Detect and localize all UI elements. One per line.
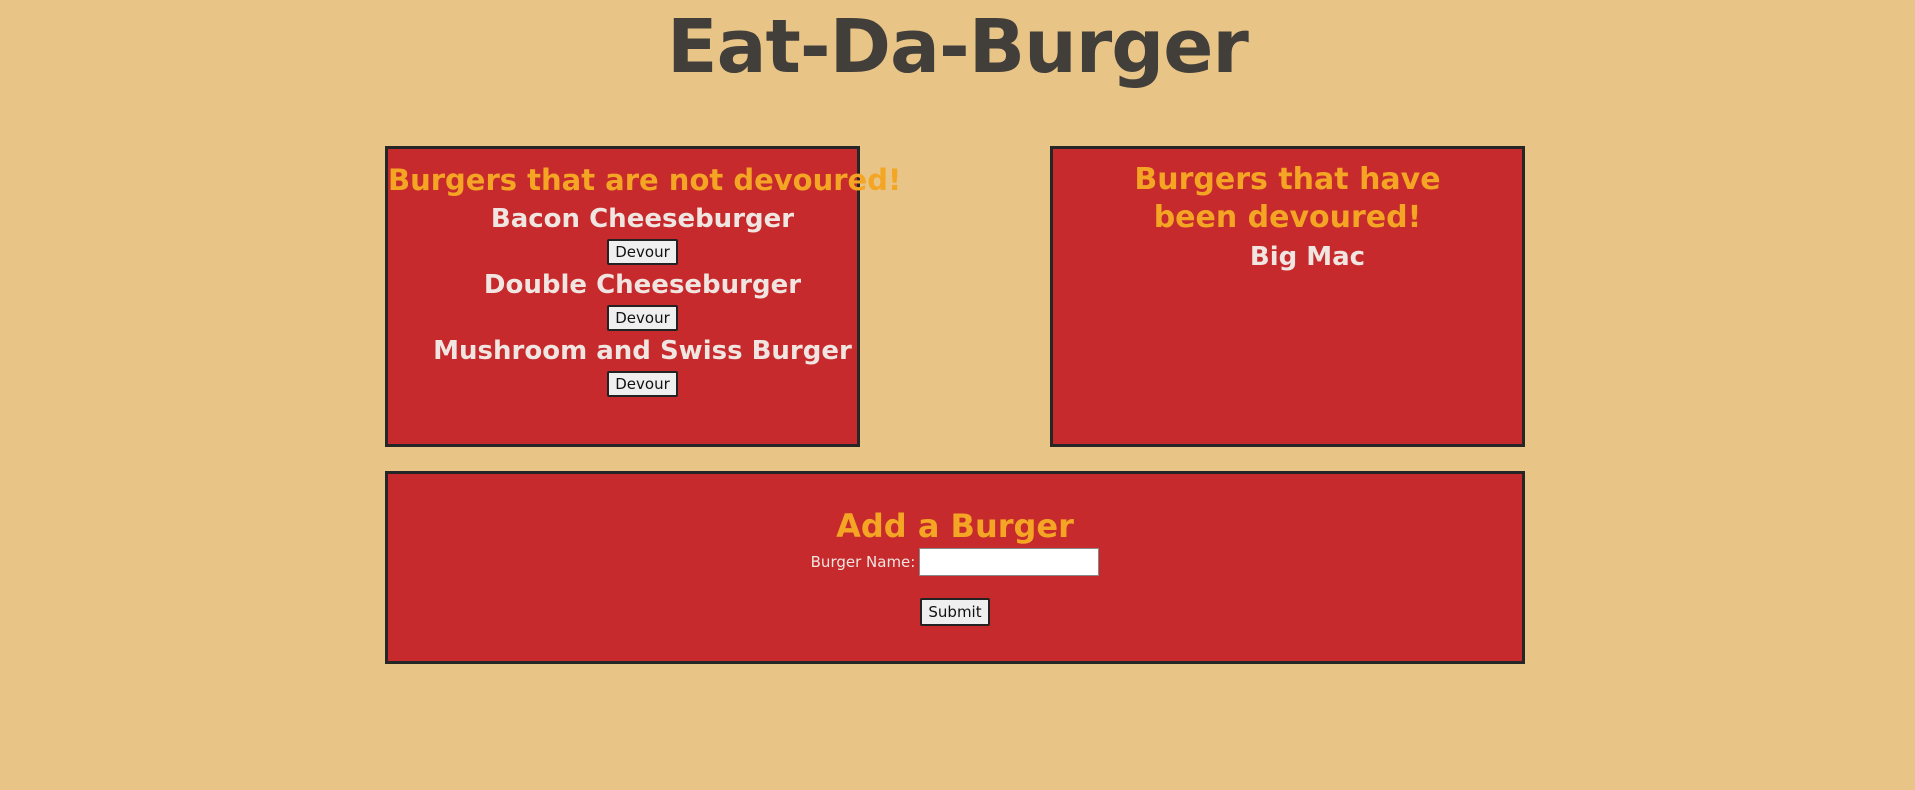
form-row: Burger Name: bbox=[388, 548, 1522, 576]
add-burger-heading: Add a Burger bbox=[836, 507, 1074, 545]
devoured-list: Big Mac bbox=[1053, 241, 1522, 273]
burger-name-input[interactable] bbox=[919, 548, 1100, 576]
burger-name: Double Cheeseburger bbox=[483, 270, 802, 300]
submit-row: Submit bbox=[388, 598, 1522, 626]
list-item: Bacon Cheeseburger Devour bbox=[428, 199, 857, 265]
page-title: Eat-Da-Burger bbox=[667, 4, 1249, 90]
devour-button[interactable]: Devour bbox=[607, 371, 678, 397]
list-item: Double Cheeseburger Devour bbox=[428, 265, 857, 331]
devour-button[interactable]: Devour bbox=[607, 239, 678, 265]
not-devoured-heading: Burgers that are not devoured! bbox=[388, 163, 902, 197]
burger-name-label: Burger Name: bbox=[810, 553, 916, 571]
list-item: Big Mac bbox=[1249, 242, 1366, 272]
not-devoured-list: Bacon Cheeseburger Devour Double Cheeseb… bbox=[388, 199, 857, 397]
list-item: Mushroom and Swiss Burger Devour bbox=[428, 331, 857, 397]
not-devoured-panel: Burgers that are not devoured! Bacon Che… bbox=[385, 146, 902, 447]
devoured-panel: Burgers that have been devoured! Big Mac bbox=[1050, 146, 1525, 447]
submit-button[interactable]: Submit bbox=[920, 598, 990, 626]
add-burger-panel: Add a Burger Burger Name: Submit bbox=[385, 471, 1525, 664]
add-burger-form: Burger Name: Submit bbox=[388, 548, 1522, 626]
devour-button[interactable]: Devour bbox=[607, 305, 678, 331]
burger-name: Mushroom and Swiss Burger bbox=[433, 336, 852, 366]
burger-name: Bacon Cheeseburger bbox=[490, 204, 795, 234]
devoured-heading: Burgers that have been devoured! bbox=[1134, 162, 1441, 235]
